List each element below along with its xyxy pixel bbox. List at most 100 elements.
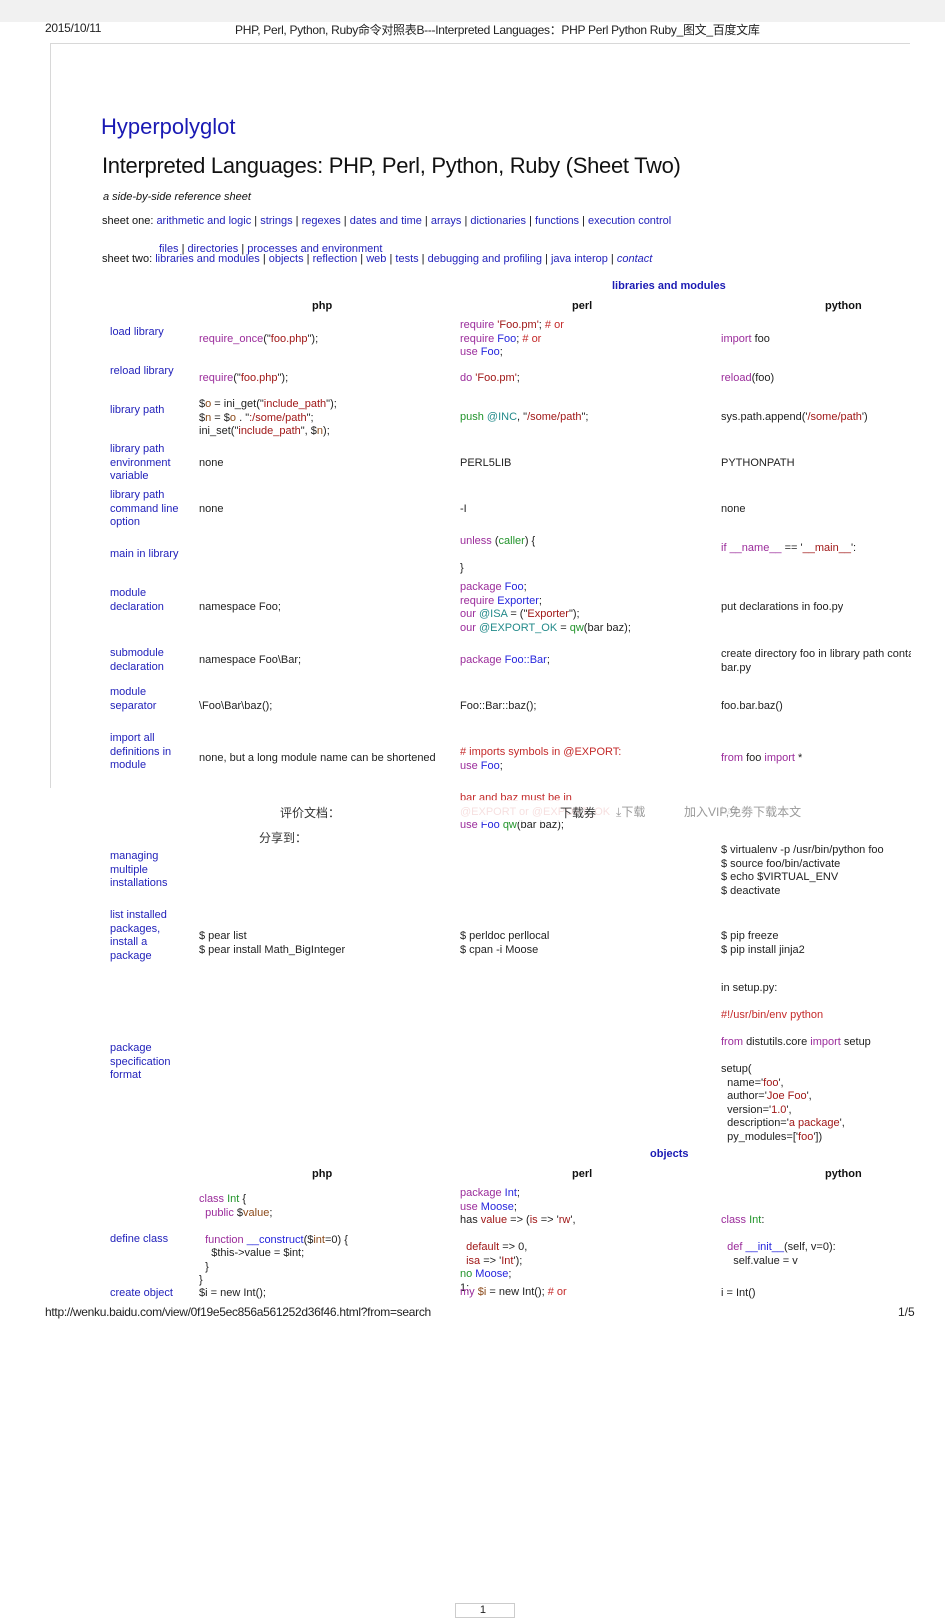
code-cell-python: in setup.py: #!/usr/bin/env python from … [721, 982, 871, 1144]
code-cell-python: i = Int() [721, 1287, 756, 1301]
code-cell-python: create directory foo in library path con… [721, 648, 911, 675]
code-line: none [199, 457, 224, 469]
code-line: require Foo; # or [460, 332, 542, 345]
download-button[interactable]: ⤓下载 [616, 803, 645, 820]
code-line: self.value = v [721, 1254, 798, 1267]
nav-link[interactable]: java interop [551, 253, 608, 265]
code-line: require Exporter; [460, 594, 542, 607]
row-label-link[interactable]: main in library [110, 548, 190, 562]
row-label-link[interactable]: managing multiple installations [110, 850, 190, 891]
row-label-link[interactable]: define class [110, 1233, 190, 1247]
code-line: create directory foo in library path con… [721, 648, 911, 660]
row-label-link[interactable]: library path environment variable [110, 443, 190, 484]
page-number-input[interactable]: 1 [455, 1603, 515, 1618]
code-line: $ deactivate [721, 884, 781, 897]
code-line: require_once("foo.php"); [199, 333, 319, 345]
nav-link[interactable]: functions [535, 215, 579, 227]
nav-link[interactable]: web [366, 253, 386, 265]
footer-url: http://wenku.baidu.com/view/0f19e5ec856a… [45, 1305, 431, 1319]
nav-link[interactable]: debugging and profiling [428, 253, 542, 265]
code-line: } [199, 1274, 203, 1286]
vip-download-button[interactable]: 加入VIP,免劵下载本文 [684, 803, 801, 820]
page-subtitle: a side-by-side reference sheet [103, 191, 251, 203]
code-line: in setup.py: [721, 982, 778, 994]
code-line: package Foo; [460, 581, 527, 593]
row-label-link[interactable]: submodule declaration [110, 647, 190, 674]
code-line: i = Int() [721, 1287, 756, 1299]
code-line: setup( [721, 1063, 752, 1075]
nav-link[interactable]: contact [617, 253, 652, 265]
nav-separator: | [303, 253, 313, 265]
column-header-perl: perl [572, 1168, 593, 1180]
code-line: $ echo $VIRTUAL_ENV [721, 871, 839, 883]
coupon-download-button[interactable]: 下载券 [560, 804, 596, 821]
page-title: Interpreted Languages: PHP, Perl, Python… [102, 153, 681, 178]
row-label-link[interactable]: library path [110, 404, 190, 418]
code-line: $ pear list [199, 930, 247, 942]
code-cell-php: $o = ini_get("include_path"); $n = $o . "… [199, 398, 337, 439]
row-label-link[interactable]: load library [110, 326, 190, 340]
code-cell-python: $ pip freeze $ pip install jinja2 [721, 930, 805, 957]
code-cell-php: require("foo.php"); [199, 372, 288, 386]
code-line: version='1.0', [721, 1103, 792, 1116]
nav-link[interactable]: dates and time [350, 215, 422, 227]
nav-link[interactable]: reflection [313, 253, 358, 265]
code-cell-python: import foo [721, 333, 770, 347]
column-header-python: python [825, 300, 862, 312]
code-line: \Foo\Bar\baz(); [199, 700, 273, 712]
code-cell-python: $ virtualenv -p /usr/bin/python foo $ sou… [721, 844, 884, 898]
code-line: require("foo.php"); [199, 372, 289, 384]
nav-link[interactable]: execution control [588, 215, 671, 227]
code-line: unless (caller) { [460, 535, 536, 547]
row-label-link[interactable]: list installed packages, install a packa… [110, 909, 190, 963]
row-label-link[interactable]: import all definitions in module [110, 732, 190, 773]
code-cell-python: foo.bar.baz() [721, 700, 783, 714]
row-label-link[interactable]: module declaration [110, 587, 190, 614]
column-header-perl: perl [572, 300, 593, 312]
row-label-link[interactable]: library path command line option [110, 489, 190, 530]
code-line: none, but a long module name can be shor… [199, 752, 436, 764]
code-line: none [199, 503, 224, 515]
row-label-link[interactable]: package specification format [110, 1042, 190, 1083]
nav-link[interactable]: arithmetic and logic [156, 215, 251, 227]
code-line: bar.py [721, 661, 751, 674]
browser-top-bar [0, 0, 945, 22]
nav-link[interactable]: strings [260, 215, 292, 227]
nav-link[interactable]: libraries and modules [155, 253, 260, 265]
code-line: -I [460, 503, 467, 515]
code-cell-python: class Int: def __init__(self, v=0): self… [721, 1214, 836, 1268]
print-date: 2015/10/11 [45, 21, 102, 35]
row-label-link[interactable]: reload library [110, 365, 190, 379]
row-label-link[interactable]: create object [110, 1287, 190, 1301]
code-line: py_modules=['foo']) [721, 1130, 823, 1143]
code-line: use Foo; [460, 346, 503, 358]
footer-page-number: 1/5 [898, 1305, 915, 1319]
code-line: $ source foo/bin/activate [721, 857, 841, 870]
nav-link[interactable]: objects [269, 253, 304, 265]
nav-separator: | [418, 253, 428, 265]
code-line: sys.path.append('/some/path') [721, 411, 868, 423]
nav-link[interactable]: arrays [431, 215, 462, 227]
code-line: our @ISA = ("Exporter"); [460, 608, 580, 620]
nav-link[interactable]: tests [395, 253, 418, 265]
code-cell-php: namespace Foo; [199, 601, 281, 615]
code-line: public $value; [199, 1206, 273, 1219]
code-cell-perl: push @INC, "/some/path"; [460, 411, 588, 425]
code-line: $ pear install Math_BigInteger [199, 943, 346, 956]
site-brand-link[interactable]: Hyperpolyglot [101, 114, 236, 140]
nav-link[interactable]: dictionaries [470, 215, 526, 227]
nav-separator: | [292, 215, 302, 227]
code-line: def __init__(self, v=0): [721, 1241, 836, 1253]
code-line: isa => 'Int'); [460, 1254, 523, 1267]
code-line: $i = new Int(); [199, 1287, 266, 1299]
code-line: } [199, 1260, 209, 1273]
code-cell-perl: my $i = new Int(); # or [460, 1286, 567, 1300]
row-label-link[interactable]: module separator [110, 686, 190, 713]
code-cell-php: $i = new Int(); [199, 1287, 266, 1301]
nav-link[interactable]: regexes [302, 215, 341, 227]
code-line: class Int { [199, 1193, 247, 1205]
